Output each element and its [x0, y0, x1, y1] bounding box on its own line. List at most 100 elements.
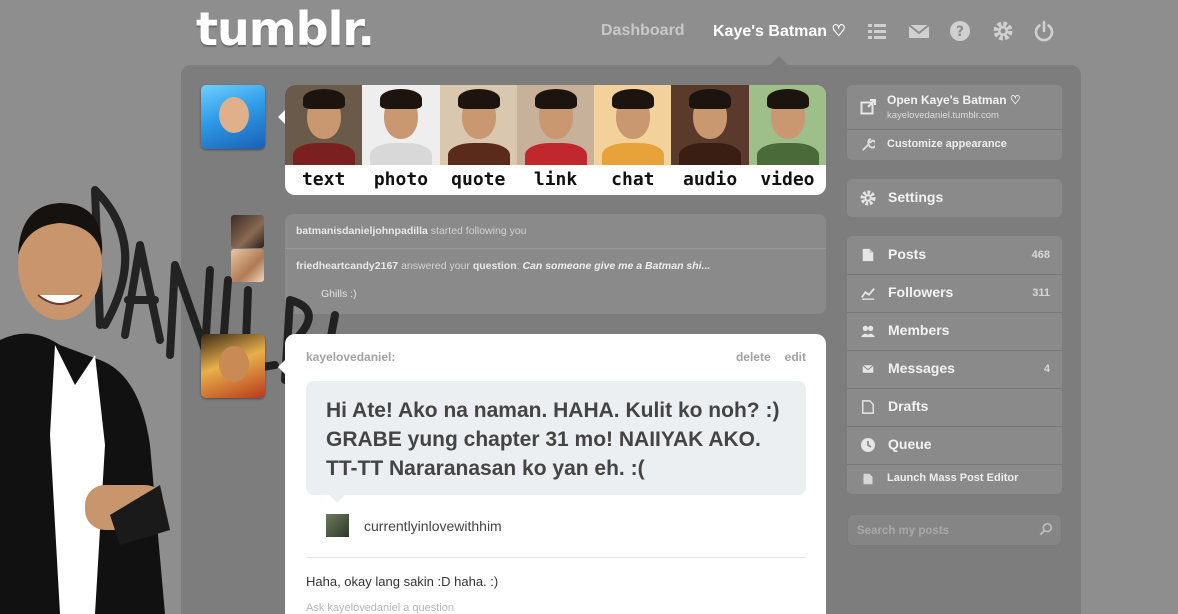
post-type-quote[interactable]: quote: [439, 85, 517, 195]
activity-answer[interactable]: friedheartcandy2167 answered your questi…: [296, 260, 710, 272]
nav-caret: [770, 56, 788, 65]
divider: [847, 388, 1062, 389]
divider: [285, 248, 826, 249]
post-actions: delete edit: [736, 350, 806, 364]
sidebar-item-label: Drafts: [888, 398, 929, 414]
post-type-label: video: [760, 169, 815, 190]
customize-label: Customize appearance: [887, 138, 1007, 150]
activity-snippet: Ghills :): [321, 288, 357, 300]
mass-editor-label: Launch Mass Post Editor: [887, 472, 1019, 484]
post-type-label: quote: [451, 169, 506, 190]
post-card: kayelovedaniel: delete edit Hi Ate! Ako …: [285, 334, 826, 614]
wrench-icon: [860, 137, 876, 153]
post-type-link[interactable]: link: [516, 85, 595, 195]
post-type-chat[interactable]: chat: [594, 85, 672, 195]
blog-block: Open Kaye's Batman ♡ kayelovedaniel.tumb…: [847, 85, 1062, 160]
external-link-icon: [860, 99, 876, 115]
followers-icon: [860, 285, 876, 301]
posts-icon: [860, 247, 876, 263]
post-author[interactable]: kayelovedaniel:: [306, 350, 395, 364]
post-type-photo[interactable]: photo: [362, 85, 440, 195]
activity-follow[interactable]: batmanisdanieljohnpadilla started follow…: [296, 225, 527, 237]
divider: [847, 426, 1062, 427]
activity-question[interactable]: Can someone give me a Batman shi...: [522, 260, 710, 272]
sidebar-item-posts[interactable]: Posts 468: [847, 236, 1062, 274]
drafts-icon: [860, 399, 876, 415]
sidebar-item-count: 311: [1032, 287, 1050, 299]
post-type-label: text: [301, 169, 346, 190]
blog-url: kayelovedaniel.tumblr.com: [887, 110, 999, 121]
activity-user[interactable]: batmanisdanieljohnpadilla: [296, 225, 428, 237]
open-blog-link[interactable]: Open Kaye's Batman ♡ kayelovedaniel.tumb…: [847, 85, 1062, 129]
post-type-thumbnail: [748, 85, 826, 165]
queue-icon: [860, 437, 876, 453]
ask-question-link[interactable]: Ask kayelovedaniel a question: [306, 602, 454, 614]
sidebar-item-followers[interactable]: Followers 311: [847, 274, 1062, 312]
sidebar-item-label: Posts: [888, 246, 927, 262]
members-icon: [860, 323, 876, 339]
divider: [847, 350, 1062, 351]
asker-avatar[interactable]: [326, 514, 349, 537]
answerer-avatar[interactable]: [231, 249, 264, 282]
mass-post-editor-link[interactable]: Launch Mass Post Editor: [847, 465, 1062, 494]
post-type-label: photo: [373, 169, 429, 190]
settings-block[interactable]: Settings: [847, 179, 1062, 217]
divider: [306, 557, 806, 558]
messages-icon: [860, 361, 876, 377]
list-icon[interactable]: [866, 20, 888, 42]
svg-text:?: ?: [956, 24, 964, 40]
tumblr-logo[interactable]: tumblr.: [196, 2, 375, 56]
editor-icon: [860, 471, 876, 487]
question-bubble: Hi Ate! Ako na naman. HAHA. Kulit ko noh…: [306, 381, 806, 495]
activity-kind[interactable]: question: [473, 260, 517, 272]
activity-user[interactable]: friedheartcandy2167: [296, 260, 398, 272]
search-icon[interactable]: [1039, 522, 1053, 541]
mail-icon[interactable]: [908, 20, 930, 42]
sidebar-item-drafts[interactable]: Drafts: [847, 388, 1062, 426]
sidebar-item-count: 468: [1031, 249, 1050, 261]
post-type-thumbnail: [439, 85, 517, 165]
post-type-text[interactable]: text: [285, 85, 363, 195]
sidebar-item-count: 4: [1043, 363, 1050, 375]
sidebar-item-label: Members: [888, 322, 950, 338]
asker-name[interactable]: currentlyinlovewithhim: [364, 518, 502, 534]
delete-button[interactable]: delete: [736, 350, 771, 364]
post-answer: Haha, okay lang sakin :D haha. :): [306, 574, 499, 589]
customize-appearance-link[interactable]: Customize appearance: [847, 130, 1062, 160]
activity-text: started following you: [430, 225, 527, 237]
divider: [847, 312, 1062, 313]
post-type-thumbnail: [671, 85, 749, 165]
post-type-label: link: [533, 169, 578, 190]
sidebar-item-members[interactable]: Members: [847, 312, 1062, 350]
post-type-thumbnail: [285, 85, 363, 165]
sidebar-item-queue[interactable]: Queue: [847, 426, 1062, 464]
gear-icon[interactable]: [992, 20, 1014, 42]
edit-button[interactable]: edit: [785, 350, 806, 364]
open-blog-label: Open Kaye's Batman ♡: [887, 93, 1021, 107]
sidebar-item-label: Messages: [888, 360, 955, 376]
activity-feed: batmanisdanieljohnpadilla started follow…: [285, 214, 826, 314]
search-input[interactable]: Search my posts: [847, 514, 1062, 546]
post-author-avatar[interactable]: [201, 334, 265, 398]
divider: [847, 274, 1062, 275]
sidebar-item-messages[interactable]: Messages 4: [847, 350, 1062, 388]
follower-avatar[interactable]: [231, 215, 264, 248]
post-type-video[interactable]: video: [748, 85, 826, 195]
post-type-thumbnail: [516, 85, 595, 165]
settings-link[interactable]: Settings: [847, 179, 1062, 217]
power-icon[interactable]: [1033, 20, 1055, 42]
sidebar-item-label: Followers: [888, 284, 954, 300]
nav-dashboard[interactable]: Dashboard: [601, 19, 685, 43]
gear-icon: [860, 190, 876, 206]
post-type-thumbnail: [362, 85, 440, 165]
sidebar-item-label: Queue: [888, 436, 932, 452]
post-type-label: audio: [683, 169, 738, 190]
post-type-audio[interactable]: audio: [671, 85, 749, 195]
bubble-tail: [329, 495, 345, 503]
post-type-label: chat: [611, 169, 655, 190]
search-placeholder: Search my posts: [857, 525, 950, 537]
help-icon[interactable]: ?: [949, 20, 971, 42]
user-avatar[interactable]: [201, 85, 265, 149]
nav-blog-title[interactable]: Kaye's Batman ♡: [713, 19, 846, 43]
blog-nav-block: Posts 468 Followers 311 Members Messages 4 Draf…: [847, 236, 1062, 494]
